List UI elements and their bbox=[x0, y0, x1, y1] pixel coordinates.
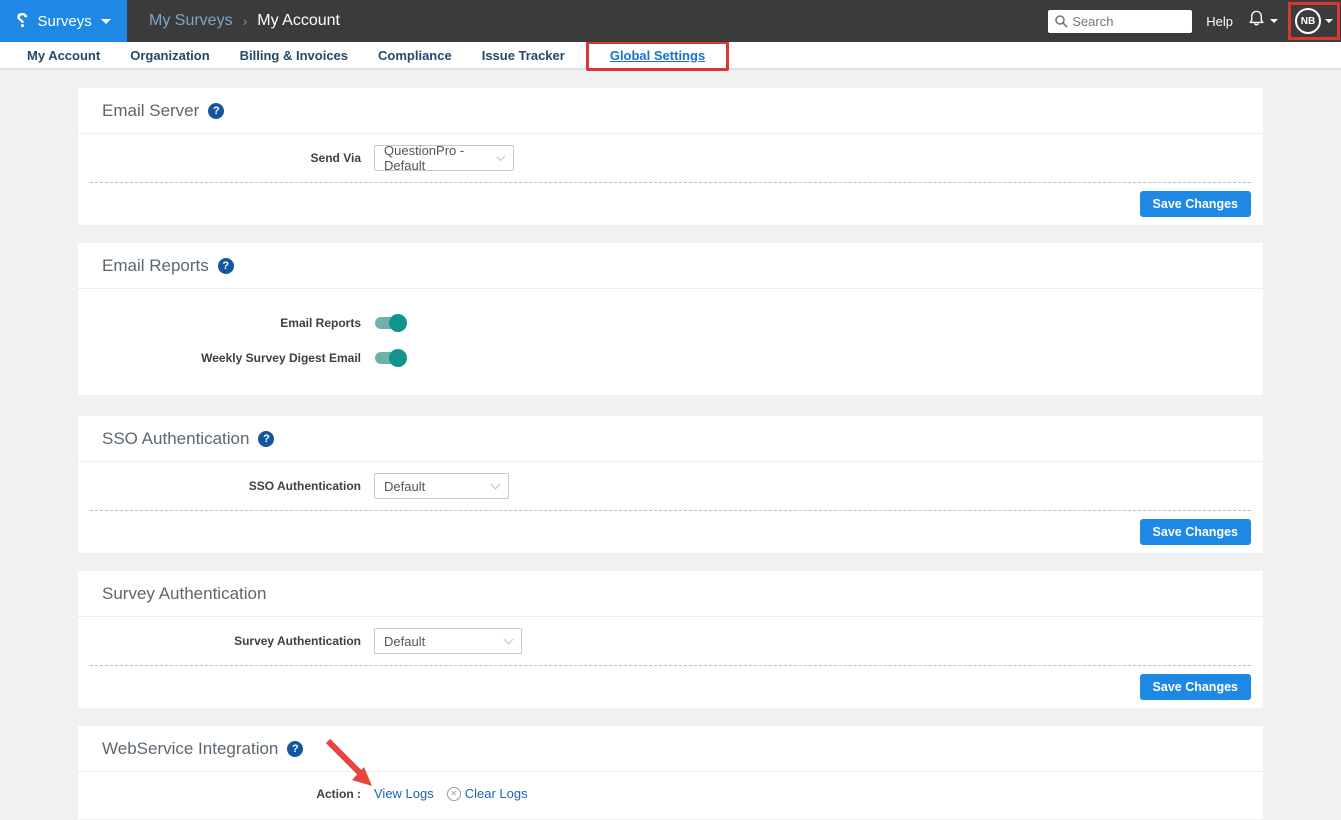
chevron-down-icon bbox=[504, 634, 514, 644]
annotation-highlight-global-settings: Global Settings bbox=[586, 41, 729, 71]
sso-label: SSO Authentication bbox=[78, 479, 361, 493]
sso-authentication-section: SSO Authentication ? SSO Authentication … bbox=[78, 416, 1263, 553]
toggle-label: Weekly Survey Digest Email bbox=[78, 351, 361, 365]
save-button[interactable]: Save Changes bbox=[1140, 519, 1251, 545]
breadcrumb-separator: › bbox=[243, 13, 248, 29]
select-value: QuestionPro - Default bbox=[384, 143, 488, 173]
circle-x-icon: ✕ bbox=[447, 787, 461, 801]
send-via-select[interactable]: QuestionPro - Default bbox=[374, 145, 514, 171]
chevron-down-icon bbox=[1270, 19, 1278, 23]
search-container bbox=[1048, 10, 1192, 33]
help-icon[interactable]: ? bbox=[218, 258, 234, 274]
help-link[interactable]: Help bbox=[1206, 14, 1233, 29]
tab-issue-tracker[interactable]: Issue Tracker bbox=[467, 48, 580, 63]
section-title: WebService Integration bbox=[102, 739, 278, 759]
chevron-down-icon bbox=[496, 151, 505, 160]
email-reports-toggle[interactable] bbox=[375, 317, 404, 329]
email-server-section: Email Server ? Send Via QuestionPro - De… bbox=[78, 88, 1263, 225]
breadcrumb: My Surveys › My Account bbox=[149, 12, 340, 30]
section-title: Email Reports bbox=[102, 256, 209, 276]
email-reports-section: Email Reports ? Email Reports Weekly Sur… bbox=[78, 243, 1263, 395]
annotation-highlight-avatar: NB bbox=[1288, 2, 1340, 40]
help-icon[interactable]: ? bbox=[287, 741, 303, 757]
clear-logs-label: Clear Logs bbox=[465, 786, 528, 801]
select-value: Default bbox=[384, 634, 425, 649]
email-server-header: Email Server ? bbox=[78, 88, 1263, 134]
global-settings-page: Email Server ? Send Via QuestionPro - De… bbox=[0, 70, 1341, 819]
section-title: Email Server bbox=[102, 101, 199, 121]
help-icon[interactable]: ? bbox=[258, 431, 274, 447]
save-button[interactable]: Save Changes bbox=[1140, 191, 1251, 217]
email-reports-body: Email Reports Weekly Survey Digest Email bbox=[78, 289, 1263, 395]
email-server-footer: Save Changes bbox=[78, 183, 1263, 225]
tab-organization[interactable]: Organization bbox=[115, 48, 224, 63]
survey-auth-footer: Save Changes bbox=[78, 666, 1263, 708]
section-title: SSO Authentication bbox=[102, 429, 249, 449]
email-reports-header: Email Reports ? bbox=[78, 243, 1263, 289]
search-input[interactable] bbox=[1048, 10, 1192, 33]
save-button[interactable]: Save Changes bbox=[1140, 674, 1251, 700]
toggle-knob bbox=[389, 314, 407, 332]
account-tabbar: My Account Organization Billing & Invoic… bbox=[0, 42, 1341, 70]
avatar[interactable]: NB bbox=[1295, 8, 1321, 34]
questionpro-logo-icon: ? bbox=[16, 11, 28, 31]
tab-billing-invoices[interactable]: Billing & Invoices bbox=[225, 48, 363, 63]
survey-authentication-section: Survey Authentication Survey Authenticat… bbox=[78, 571, 1263, 708]
toggle-knob bbox=[389, 349, 407, 367]
clear-logs-link[interactable]: ✕ Clear Logs bbox=[447, 786, 528, 801]
tab-compliance[interactable]: Compliance bbox=[363, 48, 467, 63]
product-name: Surveys bbox=[38, 13, 92, 30]
tab-global-settings[interactable]: Global Settings bbox=[595, 48, 720, 63]
surveys-product-menu[interactable]: ? Surveys bbox=[0, 0, 127, 42]
email-reports-toggle-row: Email Reports bbox=[78, 305, 1263, 340]
select-value: Default bbox=[384, 479, 425, 494]
webservice-body: Action : View Logs ✕ Clear Logs bbox=[78, 772, 1263, 819]
chevron-down-icon bbox=[491, 479, 501, 489]
notifications-menu[interactable] bbox=[1247, 9, 1278, 33]
webservice-integration-section: WebService Integration ? Action : View L… bbox=[78, 726, 1263, 819]
chevron-down-icon bbox=[101, 19, 111, 24]
sso-row: SSO Authentication Default bbox=[78, 462, 1263, 510]
chevron-down-icon bbox=[1325, 19, 1333, 23]
send-via-row: Send Via QuestionPro - Default bbox=[78, 134, 1263, 182]
tab-my-account[interactable]: My Account bbox=[12, 48, 115, 63]
topbar: ? Surveys My Surveys › My Account Help N… bbox=[0, 0, 1341, 42]
sso-select[interactable]: Default bbox=[374, 473, 509, 499]
search-icon bbox=[1054, 14, 1068, 33]
weekly-digest-toggle-row: Weekly Survey Digest Email bbox=[78, 340, 1263, 375]
survey-auth-select[interactable]: Default bbox=[374, 628, 522, 654]
send-via-label: Send Via bbox=[78, 151, 361, 165]
breadcrumb-my-account: My Account bbox=[257, 12, 340, 30]
action-label: Action : bbox=[78, 787, 361, 801]
help-icon[interactable]: ? bbox=[208, 103, 224, 119]
action-row: Action : View Logs ✕ Clear Logs bbox=[78, 786, 1263, 801]
toggle-label: Email Reports bbox=[78, 316, 361, 330]
view-logs-link[interactable]: View Logs bbox=[374, 786, 434, 801]
sso-header: SSO Authentication ? bbox=[78, 416, 1263, 462]
survey-auth-label: Survey Authentication bbox=[78, 634, 361, 648]
topbar-right: Help NB bbox=[1048, 2, 1341, 40]
section-title: Survey Authentication bbox=[102, 584, 266, 604]
webservice-header: WebService Integration ? bbox=[78, 726, 1263, 772]
survey-auth-header: Survey Authentication bbox=[78, 571, 1263, 617]
survey-auth-row: Survey Authentication Default bbox=[78, 617, 1263, 665]
breadcrumb-my-surveys[interactable]: My Surveys bbox=[149, 12, 233, 30]
weekly-digest-toggle[interactable] bbox=[375, 352, 404, 364]
bell-icon bbox=[1247, 9, 1266, 33]
sso-footer: Save Changes bbox=[78, 511, 1263, 553]
